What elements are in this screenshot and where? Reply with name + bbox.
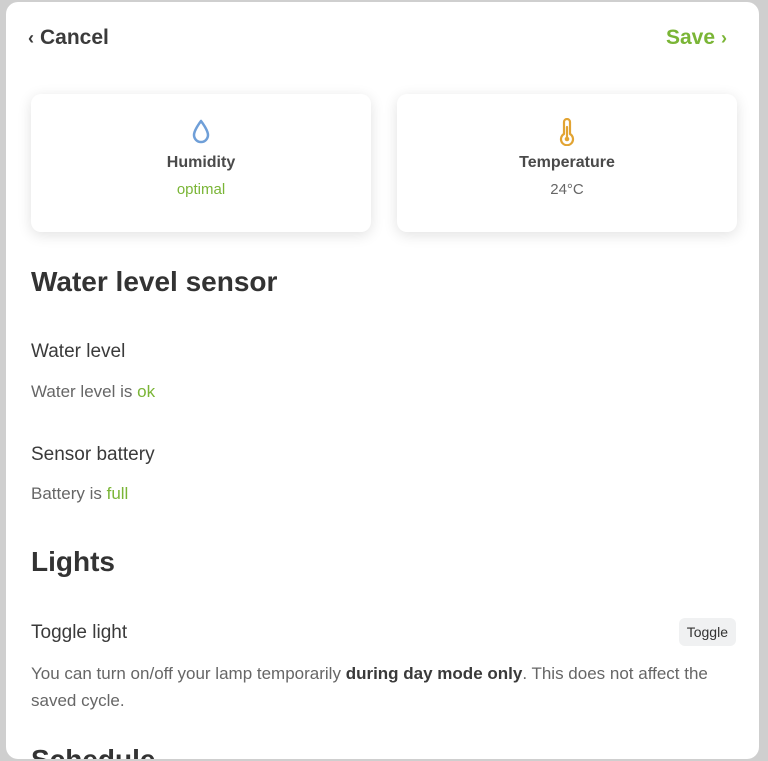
- desc-part1: You can turn on/off your lamp temporaril…: [31, 664, 346, 683]
- header: ‹ Cancel Save ›: [6, 2, 759, 80]
- save-button[interactable]: Save ›: [666, 26, 727, 50]
- water-level-value: ok: [137, 382, 156, 401]
- water-sensor-title: Water level sensor: [31, 266, 278, 297]
- battery-label: Sensor battery: [31, 444, 155, 465]
- water-level-status: Water level is ok: [31, 382, 155, 402]
- temperature-card: Temperature 24°C: [397, 94, 737, 232]
- thermometer-icon: [558, 118, 576, 146]
- toggle-light-button[interactable]: Toggle: [678, 618, 736, 646]
- lights-title: Lights: [31, 546, 115, 577]
- water-level-prefix: Water level is: [31, 382, 133, 401]
- chevron-left-icon: ‹: [28, 28, 34, 48]
- settings-panel: ‹ Cancel Save › Humidity optimal Tempera…: [6, 2, 759, 759]
- lights-description: You can turn on/off your lamp temporaril…: [31, 660, 741, 714]
- toggle-light-label: Toggle light: [31, 622, 128, 643]
- battery-status: Battery is full: [31, 484, 128, 504]
- temperature-value: 24°C: [550, 181, 584, 198]
- desc-bold: during day mode only: [345, 664, 523, 683]
- humidity-value: optimal: [176, 181, 226, 198]
- save-label: Save: [665, 26, 715, 49]
- water-drop-icon: [191, 118, 211, 146]
- schedule-title: Schedule: [31, 744, 155, 759]
- battery-value: full: [106, 484, 129, 503]
- cancel-label: Cancel: [40, 26, 109, 49]
- temperature-title: Temperature: [519, 154, 615, 171]
- battery-prefix: Battery is: [31, 484, 102, 503]
- water-level-label: Water level: [31, 341, 126, 362]
- humidity-title: Humidity: [166, 154, 236, 171]
- cancel-button[interactable]: ‹ Cancel: [28, 26, 109, 50]
- chevron-right-icon: ›: [721, 28, 727, 48]
- humidity-card: Humidity optimal: [31, 94, 371, 232]
